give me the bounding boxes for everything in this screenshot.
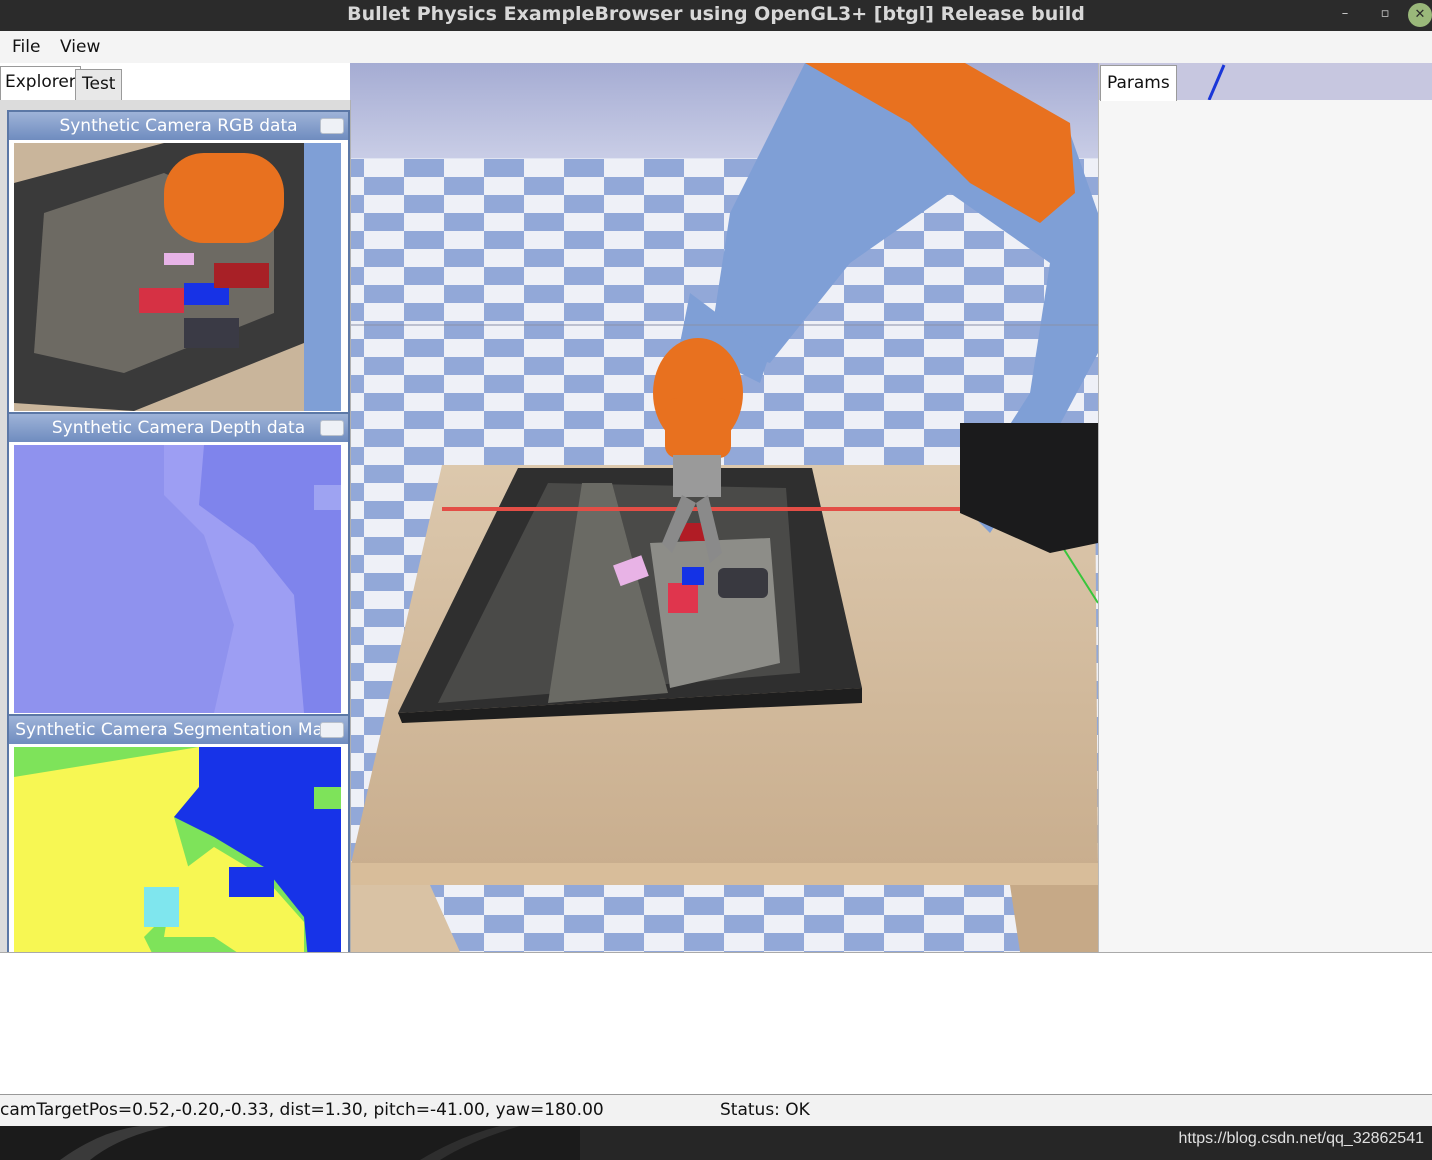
- simulation-scene: [350, 63, 1098, 952]
- minimize-button[interactable]: –: [1334, 4, 1356, 26]
- depth-camera-window: Synthetic Camera Depth data: [7, 412, 350, 718]
- params-panel: Params: [1098, 63, 1432, 952]
- menu-file[interactable]: File: [12, 37, 40, 57]
- tab-test[interactable]: Test: [75, 69, 123, 100]
- window-title-bar: Bullet Physics ExampleBrowser using Open…: [0, 0, 1432, 31]
- rgb-camera-title: Synthetic Camera RGB data: [9, 112, 348, 140]
- explorer-pane: Synthetic Camera RGB data Synthetic Came…: [0, 100, 351, 1030]
- rgb-minimize-button[interactable]: [320, 118, 344, 134]
- status-text: Status: OK: [720, 1100, 810, 1120]
- window-title: Bullet Physics ExampleBrowser using Open…: [347, 3, 1085, 25]
- segmentation-camera-title: Synthetic Camera Segmentation Mask: [9, 716, 348, 744]
- watermark-text: https://blog.csdn.net/qq_32862541: [1178, 1130, 1424, 1147]
- depth-image: [14, 445, 341, 713]
- camera-status-text: camTargetPos=0.52,-0.20,-0.33, dist=1.30…: [0, 1100, 604, 1120]
- status-bar: camTargetPos=0.52,-0.20,-0.33, dist=1.30…: [0, 1094, 1432, 1127]
- table-leg-right: [1010, 885, 1098, 952]
- rgb-camera-image: [14, 143, 341, 415]
- 3d-viewport[interactable]: [350, 63, 1098, 952]
- menu-view[interactable]: View: [60, 37, 100, 57]
- tab-params[interactable]: Params: [1100, 65, 1177, 101]
- table-edge: [350, 863, 1098, 885]
- rgb-camera-window: Synthetic Camera RGB data: [7, 110, 350, 416]
- close-icon: ✕: [1414, 7, 1426, 22]
- restore-button[interactable]: ▫: [1374, 4, 1396, 26]
- close-button[interactable]: ✕: [1408, 3, 1432, 27]
- depth-camera-image: [14, 445, 341, 717]
- segmentation-minimize-button[interactable]: [320, 722, 344, 738]
- tab-explorer[interactable]: Explorer: [0, 66, 81, 100]
- menu-bar: File View: [0, 31, 1432, 63]
- console-area: [0, 952, 1432, 1095]
- depth-camera-title: Synthetic Camera Depth data: [9, 414, 348, 442]
- depth-minimize-button[interactable]: [320, 420, 344, 436]
- rgb-image: [14, 143, 341, 411]
